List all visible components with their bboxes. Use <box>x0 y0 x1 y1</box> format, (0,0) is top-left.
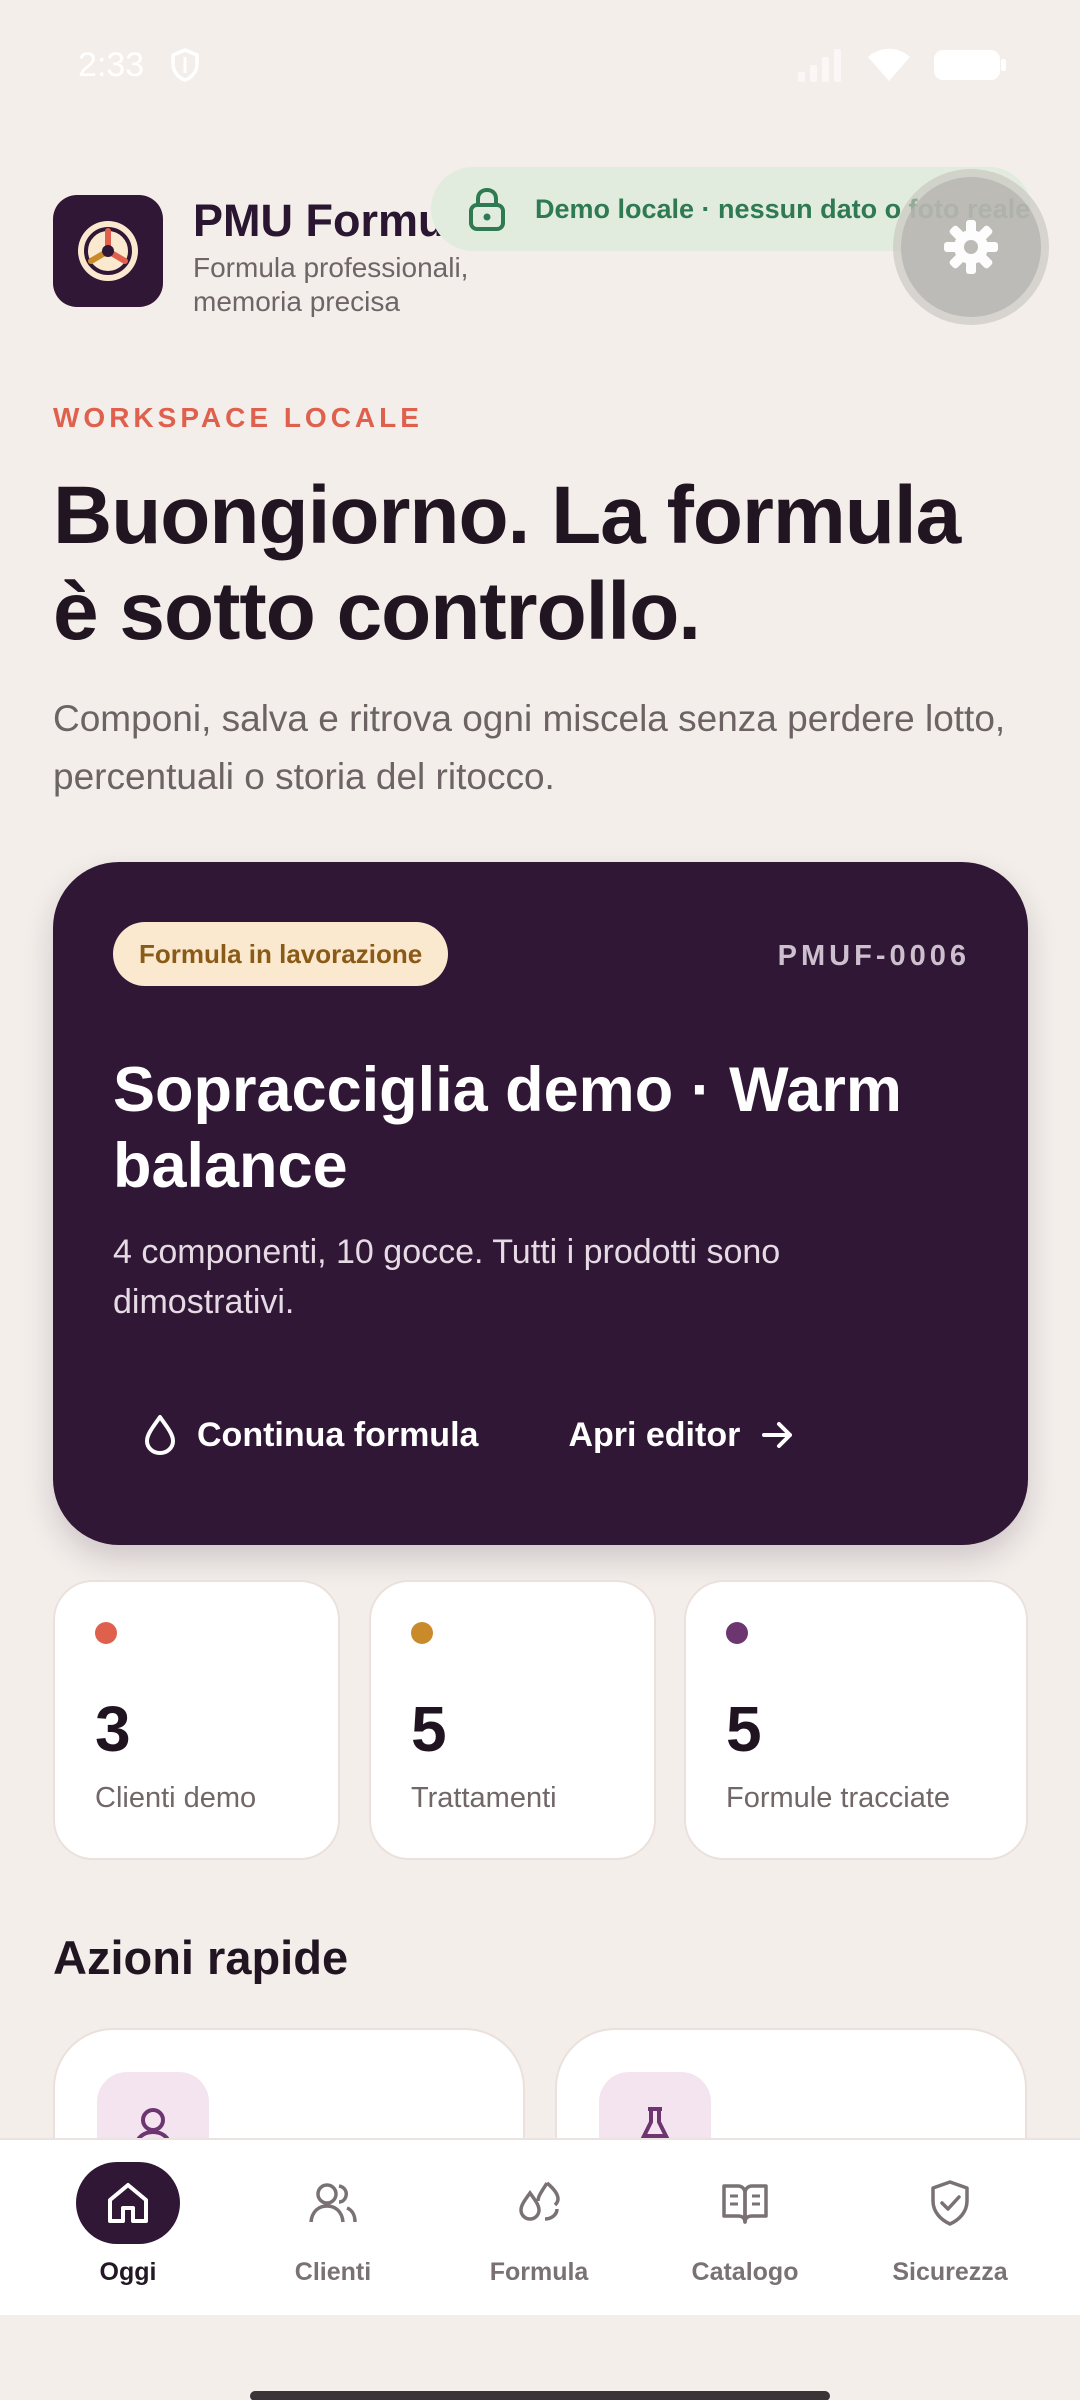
shield-status-icon <box>171 48 199 82</box>
formula-description: 4 componenti, 10 gocce. Tutti i prodotti… <box>113 1233 781 1321</box>
status-bar: 2:33 <box>0 0 1080 130</box>
page-headline: Buongiorno. La formula è sotto controllo… <box>53 470 961 657</box>
stat-label: Formule tracciate <box>726 1782 951 1814</box>
nav-item-catalogo[interactable]: Catalogo <box>645 2162 845 2302</box>
current-formula-card[interactable]: Formula in lavorazione PMUF-0006 Sopracc… <box>53 862 1028 1545</box>
status-right <box>796 47 1006 83</box>
lock-icon <box>469 187 505 231</box>
shield-check-icon <box>931 2180 969 2226</box>
stat-value: 5 <box>411 1693 447 1765</box>
workspace-eyebrow: WORKSPACE LOCALE <box>53 402 423 433</box>
nav-icon-container <box>898 2162 1002 2244</box>
stat-dot <box>95 1622 117 1644</box>
gear-icon <box>944 220 998 274</box>
system-gesture-area <box>0 2315 1080 2400</box>
home-icon <box>108 2183 148 2223</box>
stat-label: Trattamenti <box>411 1782 557 1814</box>
logo-icon <box>78 221 138 281</box>
formula-status-badge: Formula in lavorazione <box>113 922 449 986</box>
nav-icon-container <box>487 2162 591 2244</box>
open-editor-button[interactable]: Apri editor <box>568 1416 796 1455</box>
nav-item-clienti[interactable]: Clienti <box>233 2162 433 2302</box>
bottom-navigation: Oggi Clienti Formula Catalogo Sicurezza <box>0 2138 1080 2315</box>
open-editor-label: Apri editor <box>568 1415 741 1454</box>
nav-icon-container <box>76 2162 180 2244</box>
page-intro: Componi, salva e ritrova ogni miscela se… <box>53 698 1006 797</box>
arrow-right-icon <box>762 1422 793 1448</box>
wifi-icon <box>868 48 910 81</box>
stat-card-formulas: 5 Formule tracciate <box>684 1580 1028 1860</box>
book-icon <box>722 2184 768 2224</box>
nav-item-sicurezza[interactable]: Sicurezza <box>850 2162 1050 2302</box>
app-logo <box>53 195 163 307</box>
nav-label: Oggi <box>99 2258 157 2286</box>
nav-label: Clienti <box>294 2258 372 2286</box>
formula-actions: Continua formula Apri editor <box>143 1414 796 1456</box>
nav-item-formula[interactable]: Formula <box>439 2162 639 2302</box>
stat-card-treatments: 5 Trattamenti <box>369 1580 656 1860</box>
stat-label: Clienti demo <box>95 1782 257 1814</box>
app-subtitle: Formula professionali, memoria precisa <box>193 252 469 317</box>
stat-value: 5 <box>726 1693 762 1765</box>
formula-title: Sopracciglia demo · Warm balance <box>113 1055 902 1201</box>
app-title: PMU Formul <box>193 195 458 246</box>
nav-item-oggi[interactable]: Oggi <box>28 2162 228 2302</box>
drops-icon <box>519 2181 560 2221</box>
stat-dot <box>411 1622 433 1644</box>
battery-icon <box>934 50 1006 80</box>
stat-dot <box>726 1622 748 1644</box>
status-left: 2:33 <box>78 46 200 85</box>
settings-button[interactable] <box>901 177 1041 317</box>
continue-formula-label: Continua formula <box>197 1415 479 1454</box>
users-icon <box>309 2183 357 2223</box>
nav-label: Formula <box>489 2258 589 2286</box>
home-indicator[interactable] <box>250 2391 830 2400</box>
nav-icon-container <box>281 2162 385 2244</box>
signal-icon <box>798 49 841 82</box>
status-time: 2:33 <box>78 45 145 84</box>
stat-value: 3 <box>95 1693 131 1765</box>
continue-formula-button[interactable]: Continua formula <box>143 1414 478 1456</box>
app-header: PMU Formul Formula professionali, memori… <box>53 167 1041 325</box>
nav-icon-container <box>693 2162 797 2244</box>
formula-code: PMUF-0006 <box>777 940 970 972</box>
stat-card-clients: 3 Clienti demo <box>53 1580 340 1860</box>
drop-icon <box>145 1415 175 1455</box>
nav-label: Sicurezza <box>892 2258 1008 2286</box>
nav-label: Catalogo <box>691 2258 799 2286</box>
quick-actions-title: Azioni rapide <box>53 1931 349 1984</box>
